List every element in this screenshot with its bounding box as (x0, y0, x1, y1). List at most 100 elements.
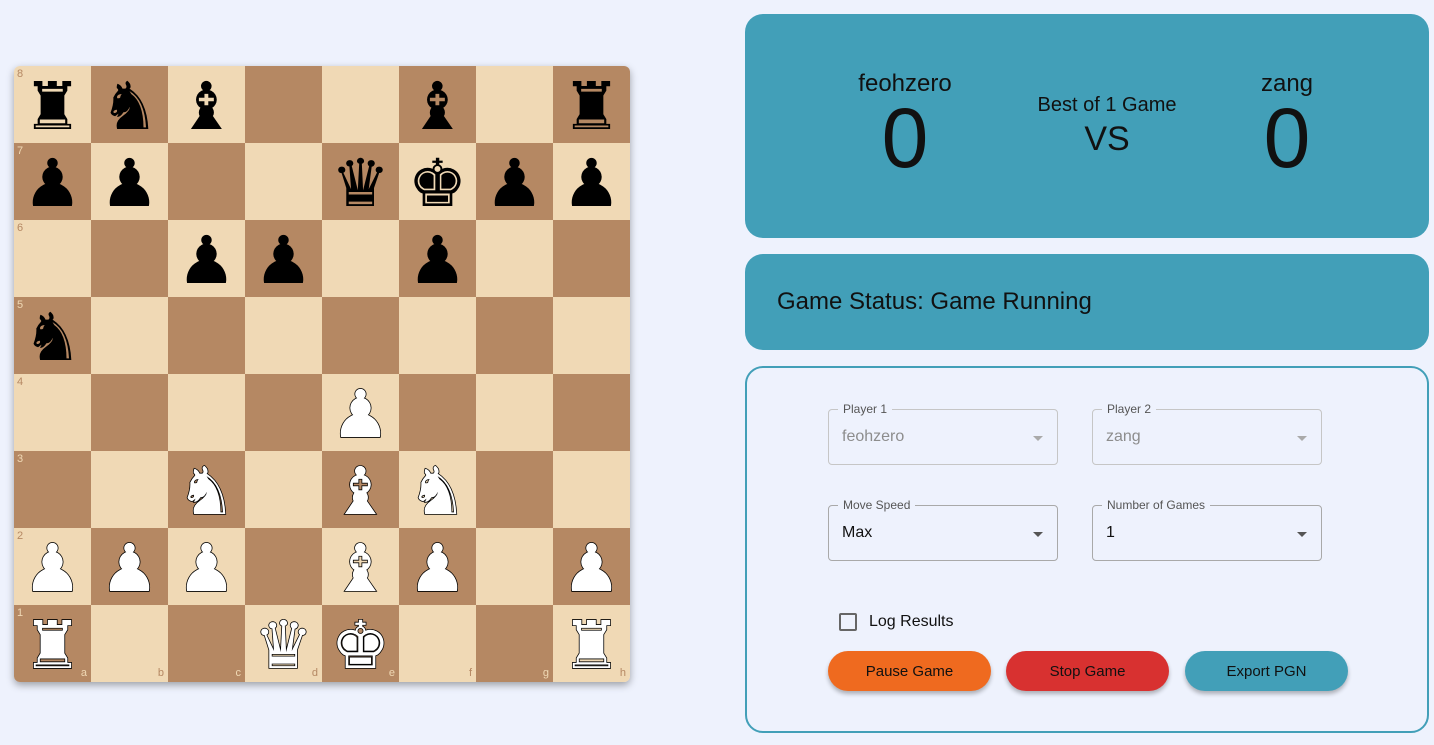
square-c5[interactable] (168, 297, 245, 374)
square-h3[interactable] (553, 451, 630, 528)
white-king-icon[interactable]: ♚ (330, 611, 391, 679)
square-b4[interactable] (91, 374, 168, 451)
square-e8[interactable] (322, 66, 399, 143)
square-d3[interactable] (245, 451, 322, 528)
square-f1[interactable]: f (399, 605, 476, 682)
square-g5[interactable] (476, 297, 553, 374)
black-queen-icon[interactable]: ♛ (331, 150, 390, 217)
black-knight-icon[interactable]: ♞ (100, 73, 159, 140)
white-knight-icon[interactable]: ♞ (407, 457, 468, 525)
square-b1[interactable]: b (91, 605, 168, 682)
white-queen-icon[interactable]: ♛ (253, 611, 314, 679)
square-f5[interactable] (399, 297, 476, 374)
black-pawn-icon[interactable]: ♟ (408, 227, 467, 294)
black-pawn-icon[interactable]: ♟ (485, 150, 544, 217)
black-rook-icon[interactable]: ♜ (562, 73, 621, 140)
square-h5[interactable] (553, 297, 630, 374)
square-b5[interactable] (91, 297, 168, 374)
square-h2[interactable]: ♟ (553, 528, 630, 605)
square-a5[interactable]: 5 ♞ (14, 297, 91, 374)
square-g4[interactable] (476, 374, 553, 451)
square-d2[interactable] (245, 528, 322, 605)
square-h4[interactable] (553, 374, 630, 451)
square-g3[interactable] (476, 451, 553, 528)
black-pawn-icon[interactable]: ♟ (254, 227, 313, 294)
square-b3[interactable] (91, 451, 168, 528)
white-pawn-icon[interactable]: ♟ (330, 380, 391, 448)
square-e6[interactable] (322, 220, 399, 297)
square-a6[interactable]: 6 (14, 220, 91, 297)
square-c3[interactable]: ♞ (168, 451, 245, 528)
white-pawn-icon[interactable]: ♟ (176, 534, 237, 602)
black-rook-icon[interactable]: ♜ (23, 73, 82, 140)
square-c6[interactable]: ♟ (168, 220, 245, 297)
pause-game-button[interactable]: Pause Game (828, 651, 991, 691)
square-c1[interactable]: c (168, 605, 245, 682)
square-b7[interactable]: ♟ (91, 143, 168, 220)
log-results-row[interactable]: Log Results (839, 613, 954, 631)
square-h8[interactable]: ♜ (553, 66, 630, 143)
white-bishop-icon[interactable]: ♝ (330, 534, 391, 602)
square-g1[interactable]: g (476, 605, 553, 682)
square-g8[interactable] (476, 66, 553, 143)
square-e3[interactable]: ♝ (322, 451, 399, 528)
square-g6[interactable] (476, 220, 553, 297)
white-bishop-icon[interactable]: ♝ (330, 457, 391, 525)
square-c8[interactable]: ♝ (168, 66, 245, 143)
black-pawn-icon[interactable]: ♟ (23, 150, 82, 217)
square-c7[interactable] (168, 143, 245, 220)
square-f2[interactable]: ♟ (399, 528, 476, 605)
square-b8[interactable]: ♞ (91, 66, 168, 143)
square-h1[interactable]: h ♜ (553, 605, 630, 682)
black-pawn-icon[interactable]: ♟ (562, 150, 621, 217)
stop-game-button[interactable]: Stop Game (1006, 651, 1169, 691)
white-pawn-icon[interactable]: ♟ (99, 534, 160, 602)
square-d6[interactable]: ♟ (245, 220, 322, 297)
square-e1[interactable]: e ♚ (322, 605, 399, 682)
white-pawn-icon[interactable]: ♟ (22, 534, 83, 602)
move-speed-select[interactable]: Move Speed Max (828, 498, 1058, 561)
square-d4[interactable] (245, 374, 322, 451)
square-a2[interactable]: 2 ♟ (14, 528, 91, 605)
black-bishop-icon[interactable]: ♝ (408, 73, 467, 140)
square-f4[interactable] (399, 374, 476, 451)
square-a8[interactable]: 8 ♜ (14, 66, 91, 143)
white-pawn-icon[interactable]: ♟ (561, 534, 622, 602)
square-e2[interactable]: ♝ (322, 528, 399, 605)
square-h7[interactable]: ♟ (553, 143, 630, 220)
square-a4[interactable]: 4 (14, 374, 91, 451)
square-b2[interactable]: ♟ (91, 528, 168, 605)
square-d8[interactable] (245, 66, 322, 143)
square-d1[interactable]: d ♛ (245, 605, 322, 682)
player2-select[interactable]: Player 2 zang (1092, 402, 1322, 465)
white-rook-icon[interactable]: ♜ (22, 611, 83, 679)
square-c4[interactable] (168, 374, 245, 451)
chess-board[interactable]: 8 ♜ ♞ ♝ ♝ ♜ 7 ♟ ♟ ♛ ♚ ♟ ♟ 6 ♟ ♟ ♟ 5 ♞ 4 ♟ 3 ♞ ♝ ♞ 2 ♟ ♟ ♟ ♝ ♟ ♟ 1 a ♜ b c d ♛ e… (14, 66, 630, 682)
square-g2[interactable] (476, 528, 553, 605)
square-h6[interactable] (553, 220, 630, 297)
black-king-icon[interactable]: ♚ (408, 150, 467, 217)
square-b6[interactable] (91, 220, 168, 297)
black-knight-icon[interactable]: ♞ (23, 304, 82, 371)
square-f6[interactable]: ♟ (399, 220, 476, 297)
black-pawn-icon[interactable]: ♟ (100, 150, 159, 217)
square-a1[interactable]: 1 a ♜ (14, 605, 91, 682)
white-knight-icon[interactable]: ♞ (176, 457, 237, 525)
square-d7[interactable] (245, 143, 322, 220)
number-of-games-select[interactable]: Number of Games 1 (1092, 498, 1322, 561)
square-a3[interactable]: 3 (14, 451, 91, 528)
square-f7[interactable]: ♚ (399, 143, 476, 220)
square-c2[interactable]: ♟ (168, 528, 245, 605)
white-rook-icon[interactable]: ♜ (561, 611, 622, 679)
white-pawn-icon[interactable]: ♟ (407, 534, 468, 602)
square-e5[interactable] (322, 297, 399, 374)
square-e4[interactable]: ♟ (322, 374, 399, 451)
player1-select[interactable]: Player 1 feohzero (828, 402, 1058, 465)
square-d5[interactable] (245, 297, 322, 374)
square-a7[interactable]: 7 ♟ (14, 143, 91, 220)
log-results-checkbox[interactable] (839, 613, 857, 631)
black-pawn-icon[interactable]: ♟ (177, 227, 236, 294)
square-f3[interactable]: ♞ (399, 451, 476, 528)
export-pgn-button[interactable]: Export PGN (1185, 651, 1348, 691)
square-f8[interactable]: ♝ (399, 66, 476, 143)
